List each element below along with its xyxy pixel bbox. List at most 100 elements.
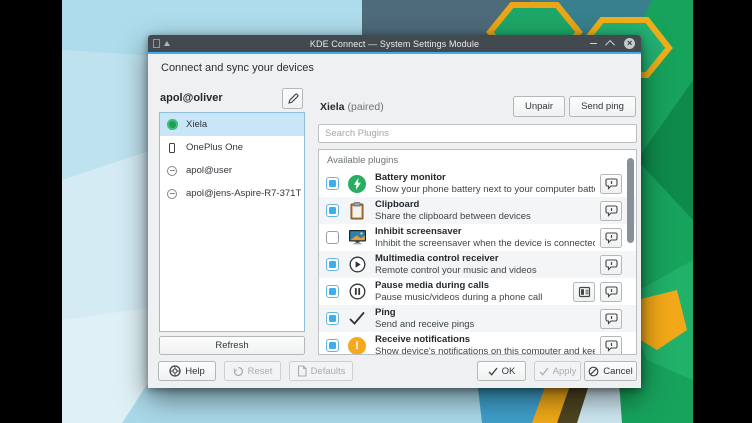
plugin-row: Battery monitor Show your phone battery … <box>319 170 636 197</box>
defaults-label: Defaults <box>311 366 346 377</box>
offline-icon <box>166 166 178 176</box>
check-icon <box>539 367 549 376</box>
plugin-checkbox[interactable] <box>326 231 339 244</box>
minimize-icon <box>590 43 597 44</box>
reset-button[interactable]: Reset <box>224 361 281 381</box>
comment-info-icon <box>605 286 618 298</box>
plugin-configure-button[interactable] <box>573 282 595 302</box>
cancel-icon <box>588 366 599 377</box>
help-label: Help <box>185 366 205 377</box>
apply-button[interactable]: Apply <box>534 361 581 381</box>
plugin-row: ! Receive notifications Show device's no… <box>319 332 636 355</box>
device-list-item[interactable]: OnePlus One <box>160 136 304 159</box>
notification-icon: ! <box>347 336 367 356</box>
clipboard-icon <box>347 201 367 221</box>
pin-icon[interactable] <box>153 39 160 48</box>
window-title: KDE Connect — System Settings Module <box>148 39 641 49</box>
device-list-item-label: OnePlus One <box>186 142 243 153</box>
plugin-description: Send and receive pings <box>375 319 595 330</box>
unpair-button[interactable]: Unpair <box>513 96 565 117</box>
minimize-button[interactable] <box>588 38 599 49</box>
plugin-description: Show device's notifications on this comp… <box>375 346 595 355</box>
phone-icon <box>166 143 178 153</box>
plugin-description: Share the clipboard between devices <box>375 211 595 222</box>
close-button[interactable]: × <box>624 38 635 49</box>
ok-button[interactable]: OK <box>477 361 526 381</box>
plugin-about-button[interactable] <box>600 228 622 248</box>
plugin-description: Inhibit the screensaver when the device … <box>375 238 595 249</box>
refresh-button[interactable]: Refresh <box>159 336 305 355</box>
plugin-description: Show your phone battery next to your com… <box>375 184 595 195</box>
maximize-button[interactable] <box>606 38 617 49</box>
selected-device-title: Xiela(paired) <box>320 101 384 113</box>
plugin-about-button[interactable] <box>600 201 622 221</box>
plugin-checkbox[interactable] <box>326 258 339 271</box>
comment-info-icon <box>605 259 618 271</box>
device-list-item-label: apol@user <box>186 165 232 176</box>
kde-connect-window: KDE Connect — System Settings Module × C… <box>148 35 641 388</box>
plugin-checkbox[interactable] <box>326 312 339 325</box>
help-button[interactable]: Help <box>158 361 216 381</box>
device-list-item-label: apol@jens-Aspire-R7-371T <box>186 188 301 199</box>
plugin-name: Multimedia control receiver <box>375 253 595 265</box>
plugin-checkbox[interactable] <box>326 177 339 190</box>
plugin-name: Clipboard <box>375 199 595 211</box>
pencil-icon <box>287 93 299 105</box>
device-list-item[interactable]: apol@user <box>160 159 304 182</box>
play-circle-icon <box>347 255 367 275</box>
close-icon: × <box>624 38 635 49</box>
plugin-name: Battery monitor <box>375 172 595 184</box>
device-list-item[interactable]: Xiela <box>160 113 304 136</box>
rename-device-button[interactable] <box>282 88 303 109</box>
plugin-name: Inhibit screensaver <box>375 226 595 238</box>
cancel-button[interactable]: Cancel <box>584 361 637 381</box>
undo-icon <box>233 366 244 377</box>
plugin-checkbox[interactable] <box>326 285 339 298</box>
plugin-description: Pause music/videos during a phone call <box>375 292 568 303</box>
plugin-about-button[interactable] <box>600 282 622 302</box>
pause-circle-icon <box>347 282 367 302</box>
plugin-about-button[interactable] <box>600 174 622 194</box>
plugin-row: Clipboard Share the clipboard between de… <box>319 197 636 224</box>
search-plugins-input[interactable] <box>318 124 637 143</box>
reset-label: Reset <box>248 366 273 377</box>
battery-icon <box>347 174 367 194</box>
comment-info-icon <box>605 340 618 352</box>
plugins-list: Battery monitor Show your phone battery … <box>319 170 636 355</box>
offline-icon <box>166 189 178 199</box>
plugin-row: Ping Send and receive pings <box>319 305 636 332</box>
device-name: Xiela <box>320 101 345 113</box>
ok-label: OK <box>502 366 516 377</box>
apply-label: Apply <box>553 366 577 377</box>
page-title: Connect and sync your devices <box>161 62 314 74</box>
comment-info-icon <box>605 232 618 244</box>
defaults-button[interactable]: Defaults <box>289 361 353 381</box>
maximize-icon <box>605 40 615 50</box>
plugins-scrollbar[interactable] <box>627 158 634 243</box>
plugin-about-button[interactable] <box>600 336 622 356</box>
device-list-item-label: Xiela <box>186 119 207 130</box>
phone-online-icon <box>166 119 178 130</box>
configure-icon <box>578 286 591 298</box>
app-menu-icon[interactable] <box>164 41 170 46</box>
plugin-about-button[interactable] <box>600 255 622 275</box>
device-list: Xiela OnePlus One apol@user apol@jens-As… <box>159 112 305 332</box>
plugin-name: Ping <box>375 307 595 319</box>
check-icon <box>488 367 498 376</box>
plugin-name: Pause media during calls <box>375 280 568 292</box>
plugin-row: Multimedia control receiver Remote contr… <box>319 251 636 278</box>
checkmark-icon <box>347 309 367 329</box>
plugin-description: Remote control your music and videos <box>375 265 595 276</box>
plugin-about-button[interactable] <box>600 309 622 329</box>
window-titlebar[interactable]: KDE Connect — System Settings Module × <box>148 35 641 54</box>
plugin-row: Pause media during calls Pause music/vid… <box>319 278 636 305</box>
comment-info-icon <box>605 178 618 190</box>
send-ping-button[interactable]: Send ping <box>569 96 636 117</box>
plugin-name: Receive notifications <box>375 334 595 346</box>
plugin-checkbox[interactable] <box>326 204 339 217</box>
comment-info-icon <box>605 205 618 217</box>
account-name: apol@oliver <box>160 92 223 104</box>
device-list-item[interactable]: apol@jens-Aspire-R7-371T <box>160 182 304 205</box>
document-revert-icon <box>297 365 307 377</box>
plugin-checkbox[interactable] <box>326 339 339 352</box>
